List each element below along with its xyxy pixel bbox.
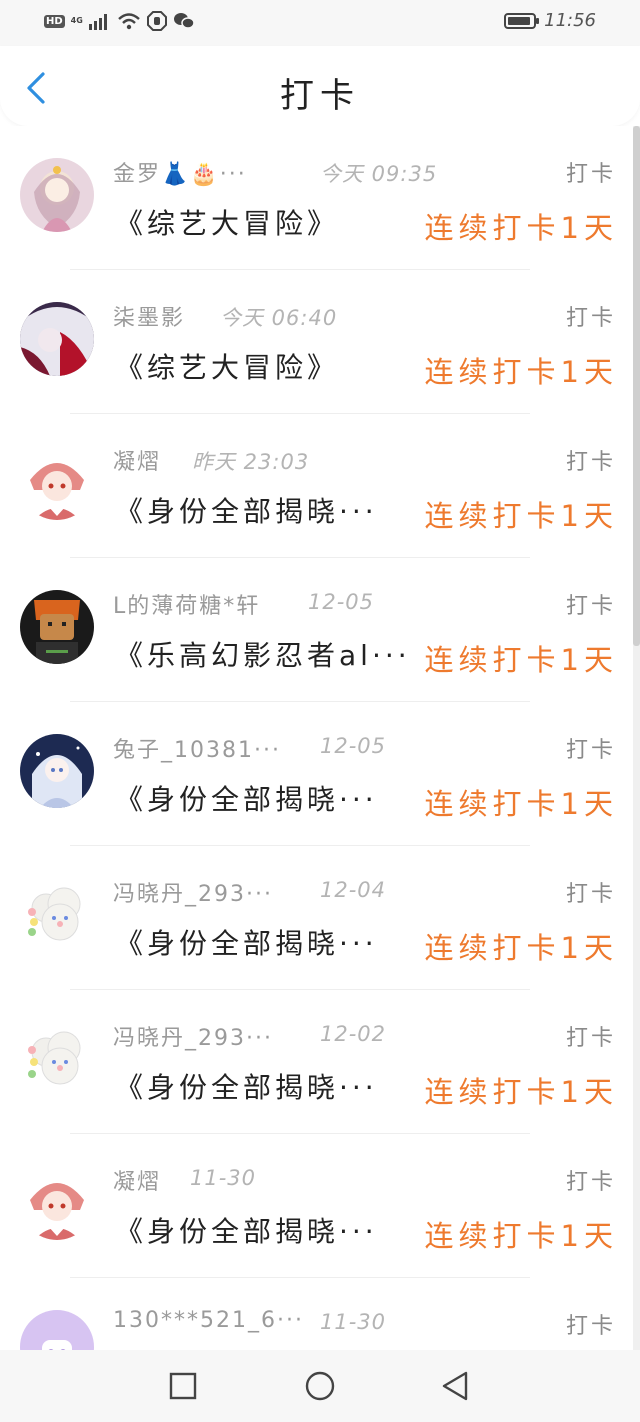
user-name[interactable]: 冯晓丹_293··· bbox=[113, 1020, 273, 1052]
status-left: HD 4G bbox=[44, 11, 195, 31]
list-item[interactable]: 凝熠 昨天 23:03 打卡 《身份全部揭晓··· 连续打卡1天 bbox=[0, 414, 640, 558]
list-item[interactable]: 柒墨影 今天 06:40 打卡 《综艺大冒险》 连续打卡1天 bbox=[0, 270, 640, 414]
user-name[interactable]: 130***521_6··· bbox=[113, 1308, 304, 1333]
checkin-time: 昨天 23:03 bbox=[192, 450, 310, 474]
checkin-time: 今天 09:35 bbox=[320, 162, 438, 186]
checkin-time: 12-05 bbox=[308, 590, 375, 614]
list-item[interactable]: 兔子_10381··· 12-05 打卡 《身份全部揭晓··· 连续打卡1天 bbox=[0, 702, 640, 846]
checkin-time: 今天 06:40 bbox=[220, 306, 338, 330]
hand-icon bbox=[146, 11, 167, 31]
streak-label: 连续打卡1天 bbox=[424, 1219, 618, 1253]
battery-level bbox=[508, 16, 530, 25]
user-name[interactable]: 冯晓丹_293··· bbox=[113, 876, 273, 908]
status-bar: HD 4G 11:56 bbox=[0, 0, 640, 46]
checkin-time: 12-05 bbox=[320, 734, 387, 758]
cloud-bunny-avatar[interactable] bbox=[20, 1022, 94, 1096]
home-icon bbox=[305, 1371, 335, 1401]
hd-icon: HD bbox=[44, 14, 65, 28]
action-label: 打卡 bbox=[565, 450, 616, 475]
recent-apps-icon bbox=[169, 1372, 197, 1400]
page-title: 打卡 bbox=[280, 76, 360, 116]
streak-label: 连续打卡1天 bbox=[424, 931, 618, 965]
home-button[interactable] bbox=[300, 1368, 340, 1404]
signal-icon bbox=[88, 14, 107, 30]
list-item[interactable]: L的薄荷糖*轩 12-05 打卡 《乐高幻影忍者al··· 连续打卡1天 bbox=[0, 558, 640, 702]
streak-label: 连续打卡1天 bbox=[424, 355, 618, 389]
back-triangle-icon bbox=[442, 1371, 468, 1401]
scrollbar-thumb[interactable] bbox=[633, 126, 640, 646]
list-item[interactable]: 冯晓丹_293··· 12-02 打卡 《身份全部揭晓··· 连续打卡1天 bbox=[0, 990, 640, 1134]
list-item[interactable]: 冯晓丹_293··· 12-04 打卡 《身份全部揭晓··· 连续打卡1天 bbox=[0, 846, 640, 990]
streak-label: 连续打卡1天 bbox=[424, 787, 618, 821]
scrollbar[interactable] bbox=[633, 126, 640, 1350]
lego-ninja-avatar[interactable] bbox=[20, 590, 94, 664]
action-label: 打卡 bbox=[565, 162, 616, 187]
red-hair-boy-avatar[interactable] bbox=[20, 446, 94, 520]
checkin-time: 11-30 bbox=[320, 1310, 387, 1334]
purple-default-avatar[interactable] bbox=[20, 1310, 94, 1350]
book-title[interactable]: 《综艺大冒险》 bbox=[115, 202, 339, 242]
user-name[interactable]: 凝熠 bbox=[113, 1164, 161, 1196]
book-title[interactable]: 《身份全部揭晓··· bbox=[115, 922, 378, 962]
battery-icon bbox=[504, 12, 540, 29]
action-label: 打卡 bbox=[565, 1026, 616, 1051]
list-item[interactable]: 金罗👗🎂··· 今天 09:35 打卡 《综艺大冒险》 连续打卡1天 bbox=[0, 126, 640, 270]
white-hair-avatar[interactable] bbox=[20, 302, 94, 376]
user-name[interactable]: 兔子_10381··· bbox=[113, 732, 281, 764]
checkin-time: 12-04 bbox=[320, 878, 387, 902]
list-item[interactable]: 130***521_6··· 11-30 打卡 bbox=[0, 1278, 640, 1350]
user-name[interactable]: 金罗👗🎂··· bbox=[113, 156, 247, 188]
system-nav-bar bbox=[0, 1350, 640, 1422]
book-title[interactable]: 《身份全部揭晓··· bbox=[115, 1210, 378, 1250]
action-label: 打卡 bbox=[565, 594, 616, 619]
action-label: 打卡 bbox=[565, 882, 616, 907]
book-title[interactable]: 《身份全部揭晓··· bbox=[115, 490, 378, 530]
checkin-list[interactable]: 金罗👗🎂··· 今天 09:35 打卡 《综艺大冒险》 连续打卡1天 柒墨影 今… bbox=[0, 126, 640, 1350]
action-label: 打卡 bbox=[565, 1170, 616, 1195]
wifi-icon bbox=[118, 13, 140, 30]
streak-label: 连续打卡1天 bbox=[424, 643, 618, 677]
checkin-time: 11-30 bbox=[190, 1166, 257, 1190]
wechat-icon bbox=[173, 13, 195, 29]
red-hair-boy-avatar[interactable] bbox=[20, 1166, 94, 1240]
streak-label: 连续打卡1天 bbox=[424, 499, 618, 533]
back-nav-button[interactable] bbox=[435, 1368, 475, 1404]
streak-label: 连续打卡1天 bbox=[424, 1075, 618, 1109]
action-label: 打卡 bbox=[565, 738, 616, 763]
action-label: 打卡 bbox=[565, 1314, 616, 1339]
header: 打卡 bbox=[0, 46, 640, 126]
book-title[interactable]: 《身份全部揭晓··· bbox=[115, 778, 378, 818]
recent-apps-button[interactable] bbox=[163, 1368, 203, 1404]
status-right: 11:56 bbox=[504, 10, 596, 31]
user-name[interactable]: L的薄荷糖*轩 bbox=[113, 588, 260, 620]
anime-girl-blue-avatar[interactable] bbox=[20, 734, 94, 808]
book-title[interactable]: 《身份全部揭晓··· bbox=[115, 1066, 378, 1106]
user-name[interactable]: 柒墨影 bbox=[113, 300, 185, 332]
status-time: 11:56 bbox=[544, 10, 596, 31]
streak-label: 连续打卡1天 bbox=[424, 211, 618, 245]
network-type-label: 4G bbox=[70, 16, 83, 25]
action-label: 打卡 bbox=[565, 306, 616, 331]
cloud-bunny-avatar[interactable] bbox=[20, 878, 94, 952]
book-title[interactable]: 《乐高幻影忍者al··· bbox=[115, 634, 411, 674]
checkin-time: 12-02 bbox=[320, 1022, 387, 1046]
user-name[interactable]: 凝熠 bbox=[113, 444, 161, 476]
book-title[interactable]: 《综艺大冒险》 bbox=[115, 346, 339, 386]
list-item[interactable]: 凝熠 11-30 打卡 《身份全部揭晓··· 连续打卡1天 bbox=[0, 1134, 640, 1278]
girl-princess-avatar[interactable] bbox=[20, 158, 94, 232]
